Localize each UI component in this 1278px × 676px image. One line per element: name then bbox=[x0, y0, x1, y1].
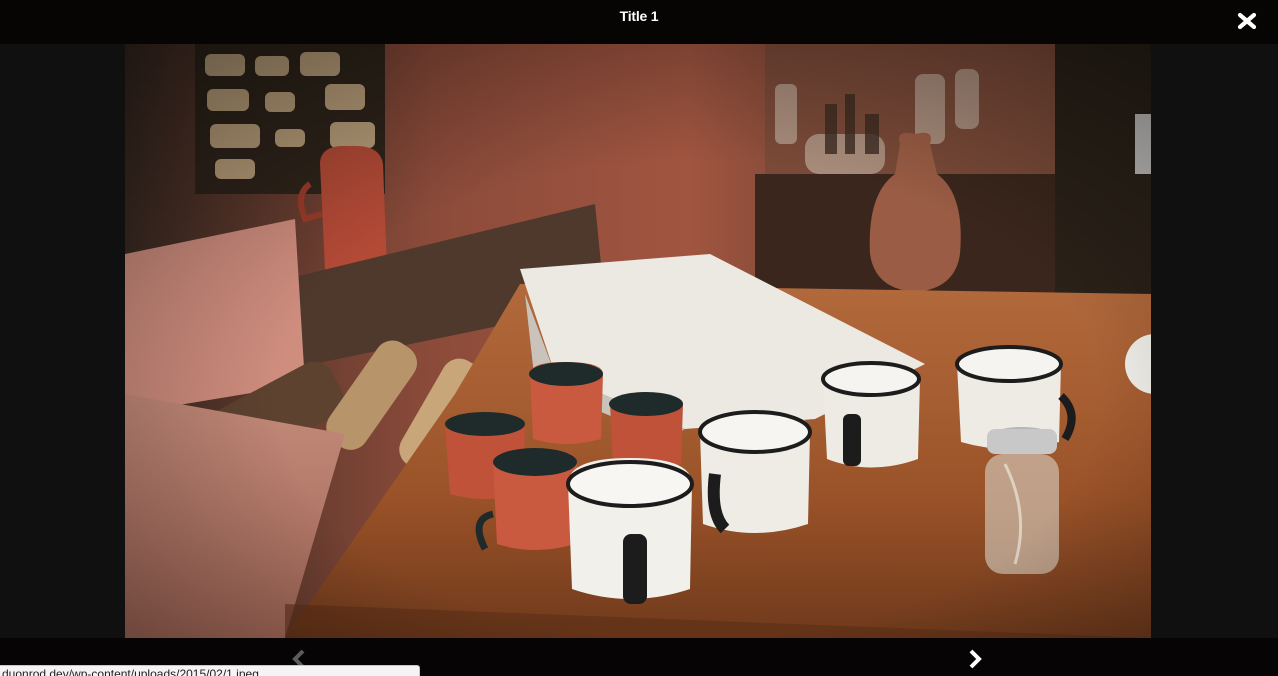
close-button[interactable] bbox=[1234, 9, 1260, 33]
lightbox-overlay: Title 1 duonrod.dev/wp-content/uploads/2… bbox=[0, 0, 1278, 676]
lightbox-image bbox=[125, 44, 1151, 638]
browser-status-url: duonrod.dev/wp-content/uploads/2015/02/1… bbox=[0, 665, 420, 676]
chevron-right-icon bbox=[969, 649, 982, 669]
lightbox-header: Title 1 bbox=[0, 0, 1278, 44]
lightbox-title: Title 1 bbox=[619, 8, 659, 24]
next-button[interactable] bbox=[965, 648, 985, 670]
close-icon bbox=[1237, 12, 1257, 30]
